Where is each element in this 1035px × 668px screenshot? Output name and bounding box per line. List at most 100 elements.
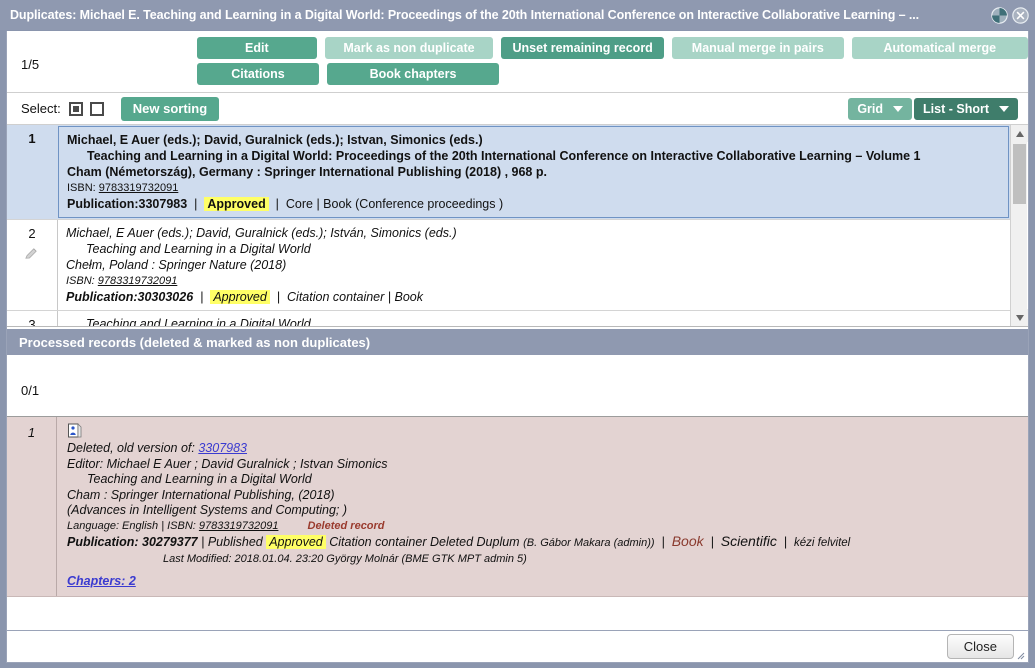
publication-id: Publication: 30279377 <box>67 535 198 549</box>
row-number-label: 2 <box>28 226 36 241</box>
duplicate-counter: 1/5 <box>21 57 40 72</box>
row-content: Michael, E Auer (eds.); David, Guralnick… <box>57 220 1010 310</box>
published-label: | Published <box>201 535 263 549</box>
toolbar-button-rows: Edit Mark as non duplicate Unset remaini… <box>197 37 1028 85</box>
container-label: Citation container Deleted Duplum <box>329 535 520 549</box>
triangle-up-icon <box>1015 130 1024 137</box>
dialog-footer: Close <box>6 631 1029 663</box>
citations-button[interactable]: Citations <box>197 63 319 85</box>
scroll-down-button[interactable] <box>1011 309 1028 326</box>
kind-manual-label: kézi felvitel <box>794 537 851 549</box>
triangle-down-icon <box>1015 314 1024 321</box>
row-content: Teaching and Learning in a Digital World… <box>57 311 1010 326</box>
record-meta: Citation container | Book <box>287 290 423 304</box>
duplicates-rows: 1 Michael, E Auer (eds.); David, Guralni… <box>7 125 1010 326</box>
select-none-checkbox[interactable] <box>89 101 104 116</box>
status-badge: Approved <box>204 197 269 211</box>
chevron-down-icon <box>893 106 904 112</box>
close-button[interactable]: Close <box>946 634 1014 659</box>
publication-id: Publication:3307983 <box>67 197 188 211</box>
view-controls: Grid List - Short <box>848 98 1018 120</box>
record-language-line: Language: English | ISBN: 9783319732091 … <box>67 519 1018 535</box>
table-row[interactable]: 2 Michael, E Auer (eds.); David, Guralni… <box>7 220 1010 311</box>
automatical-merge-button[interactable]: Automatical merge <box>851 37 1028 59</box>
last-modified-line: Last Modified: 2018.01.04. 23:20 György … <box>163 552 527 565</box>
scrollbar-thumb[interactable] <box>1013 144 1026 204</box>
mark-non-duplicate-button[interactable]: Mark as non duplicate <box>324 37 494 59</box>
dialog-body: 1/5 Edit Mark as non duplicate Unset rem… <box>6 31 1029 631</box>
record-editor: Editor: Michael E Auer ; David Guralnick… <box>67 456 388 471</box>
processed-records-header: Processed records (deleted & marked as n… <box>7 327 1028 355</box>
action-toolbar: 1/5 Edit Mark as non duplicate Unset rem… <box>7 31 1028 93</box>
window-titlebar: Duplicates: Michael E. Teaching and Lear… <box>0 0 1035 30</box>
scroll-up-button[interactable] <box>1011 125 1028 142</box>
list-mode-label: List - Short <box>923 102 989 116</box>
deleted-records-area: 1 Deleted, old version of: 3307983 Edito… <box>7 417 1028 603</box>
record-publication-line: Publication: 30279377 | Published Approv… <box>67 533 1018 552</box>
row-number: 1 <box>7 417 57 596</box>
separator-5: | <box>780 535 791 549</box>
toolbar-row-2: Citations Book chapters <box>197 63 1028 85</box>
isbn-link[interactable]: 9783319732091 <box>99 182 179 194</box>
isbn-link[interactable]: 9783319732091 <box>98 275 178 287</box>
new-sorting-button[interactable]: New sorting <box>120 96 220 121</box>
chapters-link[interactable]: Chapters: 2 <box>67 574 136 590</box>
deleted-of-line: Deleted, old version of: 3307983 <box>67 441 1018 457</box>
table-row[interactable]: 1 Michael, E Auer (eds.); David, Guralni… <box>7 125 1010 220</box>
edit-button[interactable]: Edit <box>197 37 317 59</box>
row-number: 3 <box>28 317 36 326</box>
isbn-label: ISBN: <box>67 182 96 194</box>
window-controls <box>991 6 1029 24</box>
unset-remaining-button[interactable]: Unset remaining record <box>501 37 665 59</box>
duplicates-scrollbar[interactable] <box>1010 125 1028 326</box>
book-chapters-button[interactable]: Book chapters <box>327 63 499 85</box>
select-bar: Select: New sorting Grid List - Short <box>7 93 1028 125</box>
record-isbn-line: ISBN: 9783319732091 <box>66 273 1002 289</box>
grid-view-dropdown[interactable]: Grid <box>848 98 913 120</box>
pencil-icon[interactable] <box>24 246 39 261</box>
toolbar-row-1: Edit Mark as non duplicate Unset remaini… <box>197 37 1028 59</box>
isbn-label: ISBN: <box>66 275 95 287</box>
record-imprint: Cham : Springer International Publishing… <box>67 487 335 502</box>
list-item[interactable]: 1 Deleted, old version of: 3307983 Edito… <box>7 417 1028 597</box>
separator-4: | <box>707 535 718 549</box>
record-authors: Michael, E Auer (eds.); David, Guralnick… <box>67 133 483 147</box>
separator-3: | <box>658 535 669 549</box>
list-mode-dropdown[interactable]: List - Short <box>914 98 1018 120</box>
restore-icon[interactable] <box>991 6 1008 24</box>
kind-scientific-label: Scientific <box>720 533 777 549</box>
record-title: Teaching and Learning in a Digital World <box>86 317 311 326</box>
record-isbn-line: ISBN: 9783319732091 <box>67 180 1000 196</box>
record-title: Teaching and Learning in a Digital World <box>86 242 311 256</box>
separator-2: | <box>272 197 283 211</box>
row-number: 2 <box>7 220 57 310</box>
status-badge: Approved <box>266 535 326 549</box>
resize-grip-icon[interactable] <box>1015 650 1025 660</box>
close-icon[interactable] <box>1012 6 1029 24</box>
manual-merge-button[interactable]: Manual merge in pairs <box>672 37 844 59</box>
processed-counter: 0/1 <box>21 383 40 398</box>
kind-book-label: Book <box>671 533 704 549</box>
record-publication-line: Publication:30303026 | Approved | Citati… <box>66 289 1002 305</box>
separator-2: | <box>273 290 284 304</box>
row-number: 1 <box>28 131 36 146</box>
duplicates-list: 1 Michael, E Auer (eds.); David, Guralni… <box>7 125 1028 327</box>
admin-label: (B. Gábor Makara (admin)) <box>523 537 655 549</box>
separator-1: | <box>190 197 201 211</box>
language-label: Language: English | ISBN: <box>67 519 196 532</box>
publication-id: Publication:30303026 <box>66 290 194 304</box>
isbn-link[interactable]: 9783319732091 <box>199 520 279 532</box>
record-title: Teaching and Learning in a Digital World <box>87 472 312 486</box>
processed-counter-area: 0/1 <box>7 355 1028 417</box>
row-content: Michael, E Auer (eds.); David, Guralnick… <box>58 126 1009 218</box>
table-row[interactable]: 3 Teaching and Learning in a Digital Wor… <box>7 311 1010 326</box>
record-series: (Advances in Intelligent Systems and Com… <box>67 503 347 517</box>
status-badge: Approved <box>210 290 270 304</box>
select-all-checkbox[interactable] <box>68 101 83 116</box>
record-imprint: Cham (Németország), Germany : Springer I… <box>67 165 547 179</box>
deleted-of-label: Deleted, old version of: <box>67 441 195 455</box>
window-title: Duplicates: Michael E. Teaching and Lear… <box>10 8 920 22</box>
original-record-link[interactable]: 3307983 <box>198 441 247 455</box>
select-label: Select: <box>21 101 61 116</box>
record-imprint: Chełm, Poland : Springer Nature (2018) <box>66 258 287 272</box>
